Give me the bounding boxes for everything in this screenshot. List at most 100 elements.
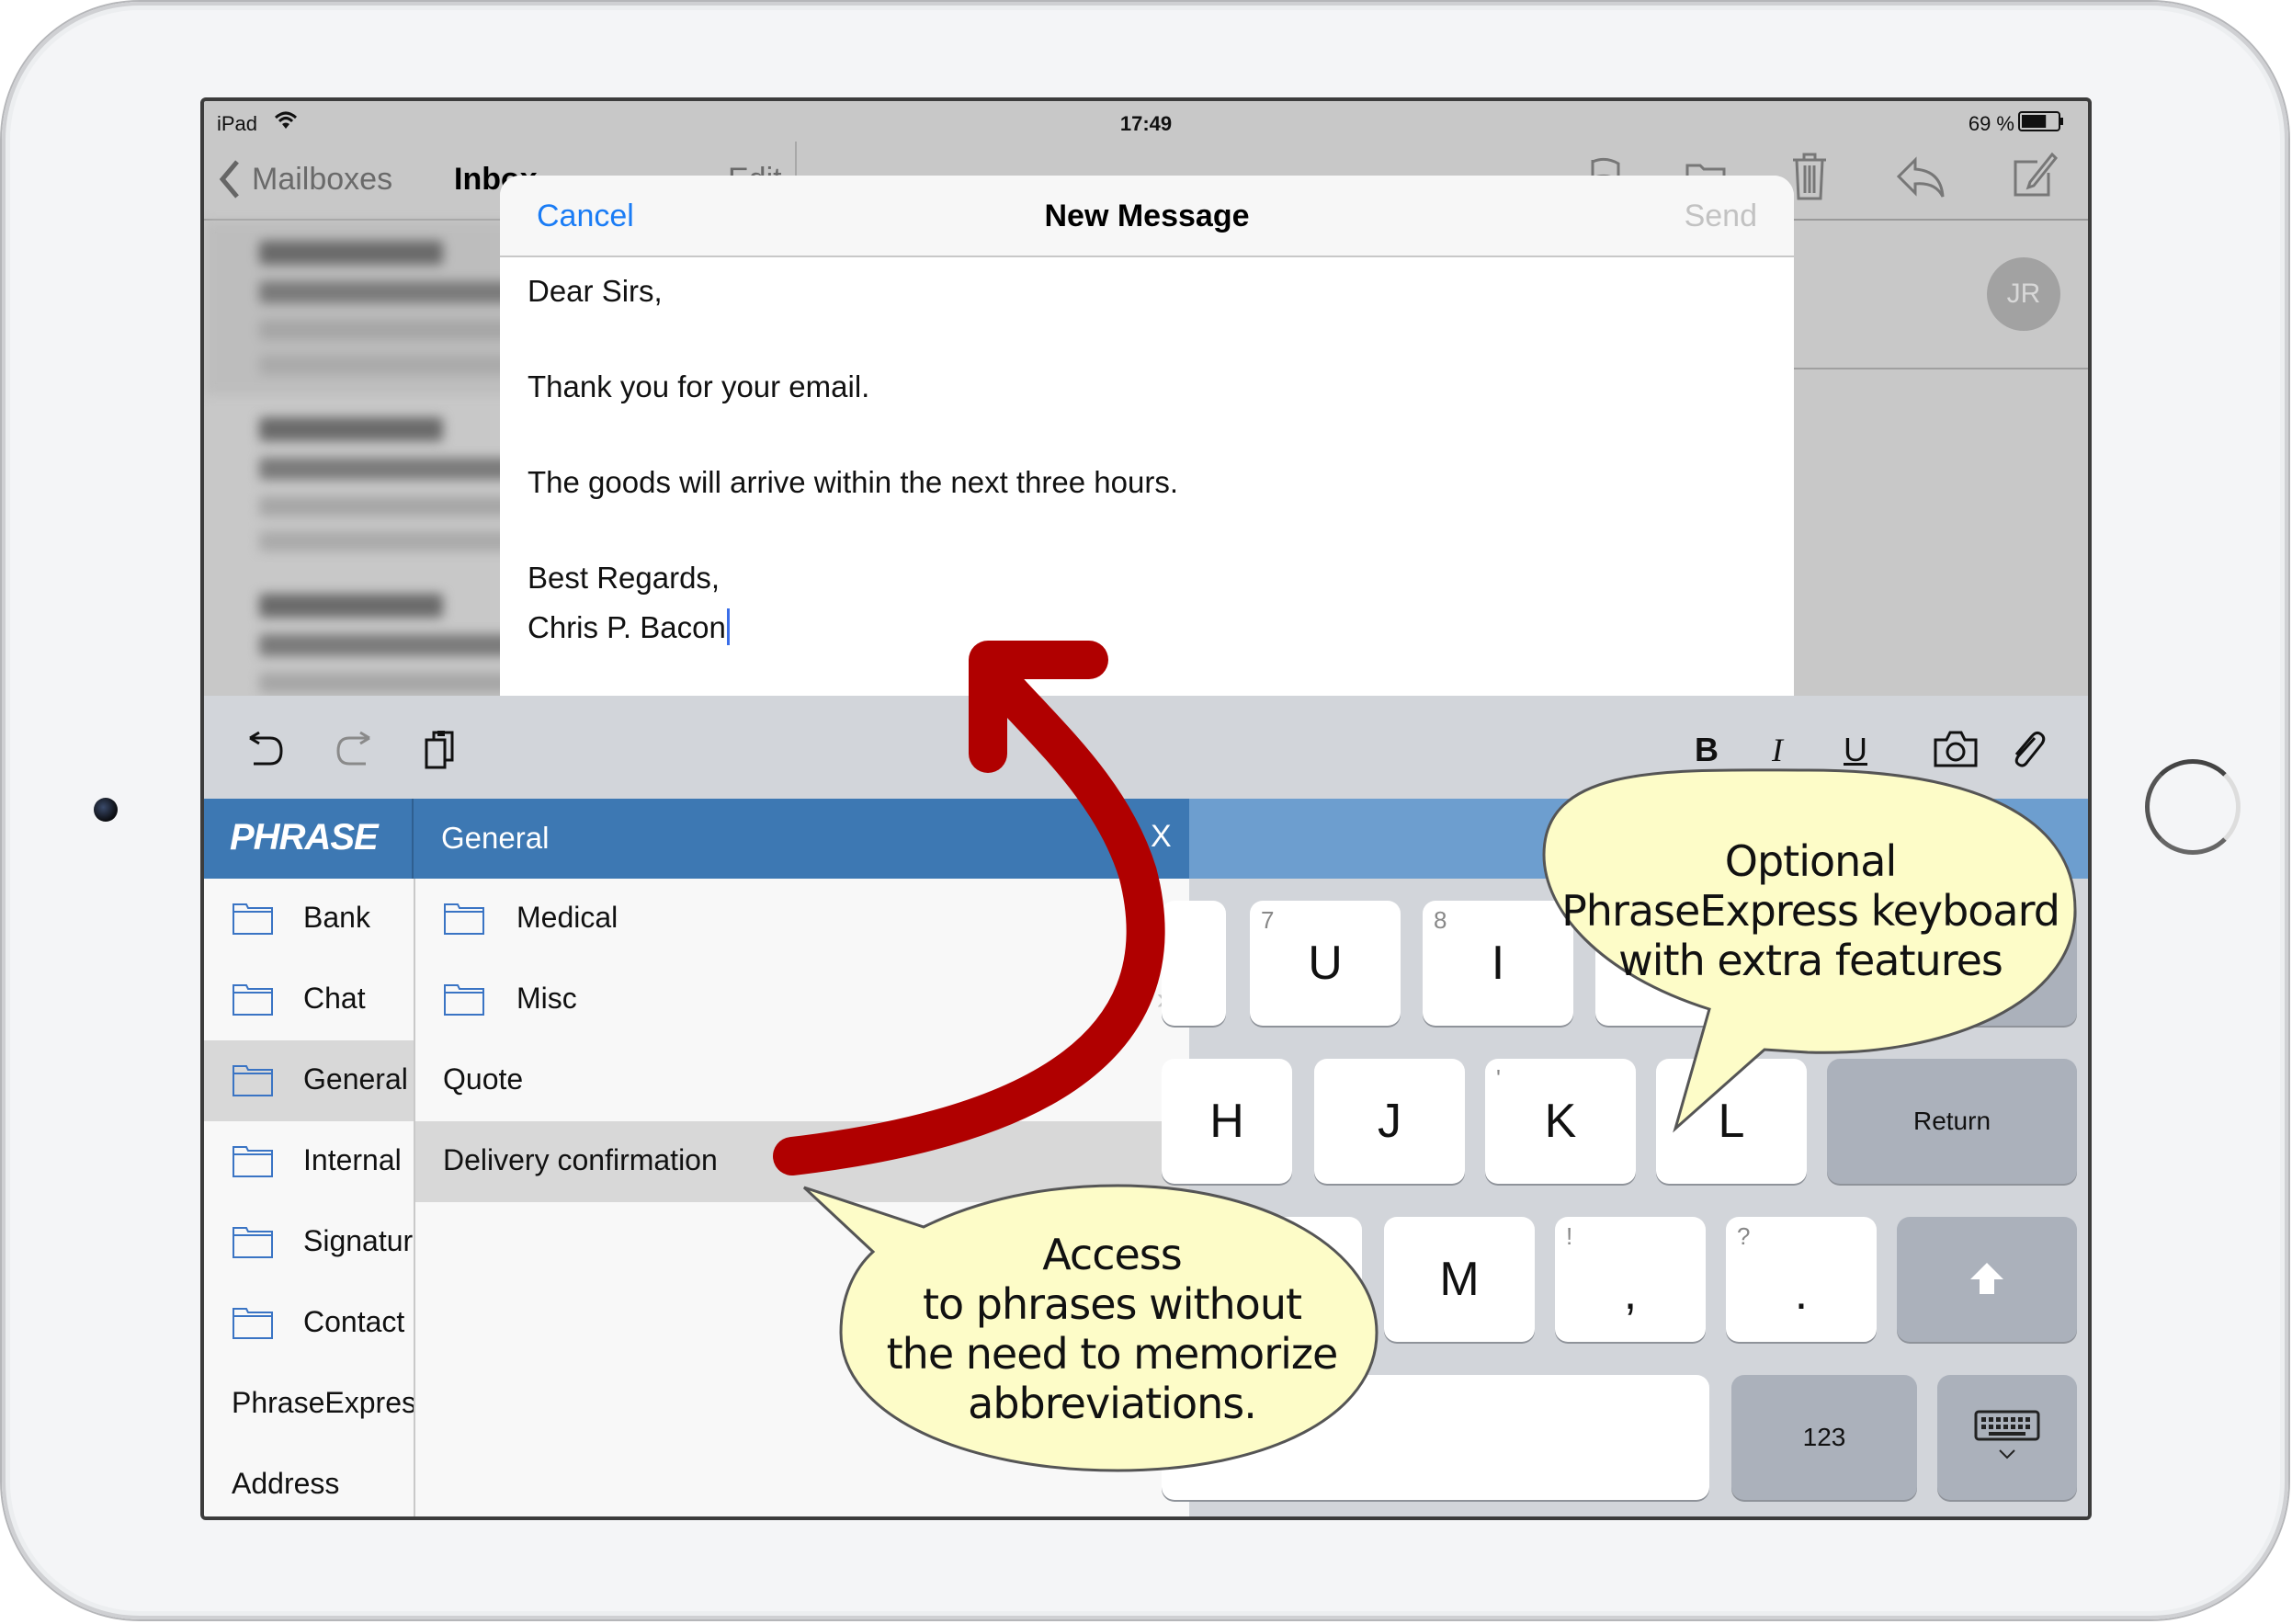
- key-label: K: [1544, 1095, 1577, 1148]
- phrase-list-item[interactable]: Quote: [415, 1040, 1189, 1121]
- status-bar: iPad 17:49 69 %: [204, 101, 2088, 142]
- undo-icon[interactable]: [246, 729, 287, 769]
- keyboard-key-i[interactable]: 8I: [1423, 901, 1573, 1026]
- detail-divider: [1794, 368, 2088, 369]
- compose-sheet: Cancel New Message Send Dear Sirs, Thank…: [500, 176, 1794, 696]
- redo-icon[interactable]: [333, 729, 373, 769]
- body-line: Dear Sirs,: [528, 274, 663, 308]
- front-camera: [94, 798, 118, 822]
- underline-button[interactable]: U: [1844, 731, 1867, 769]
- key-label: M: [1439, 1253, 1480, 1306]
- phrase-item-label: Bank: [303, 901, 370, 934]
- phrase-list-item[interactable]: PhraseExpress: [204, 1364, 414, 1445]
- shift-icon: [1970, 1263, 2003, 1294]
- keyboard-key-comma[interactable]: !,: [1555, 1217, 1706, 1342]
- battery-percent: 69 %: [1968, 112, 2014, 135]
- back-chevron-icon[interactable]: [219, 160, 241, 203]
- phrase-list-item[interactable]: General: [204, 1040, 414, 1121]
- phrase-list-item[interactable]: Delivery confirmation: [415, 1121, 1189, 1202]
- send-button[interactable]: Send: [1685, 199, 1757, 234]
- folder-icon: [232, 1305, 274, 1340]
- numbers-key[interactable]: 123: [1731, 1375, 1917, 1500]
- keyboard-key-u[interactable]: 7U: [1250, 901, 1401, 1026]
- key-label: I: [1491, 937, 1505, 990]
- body-line: Chris P. Bacon: [528, 610, 726, 644]
- folder-icon: [443, 901, 485, 936]
- key-label: .: [1794, 1266, 1809, 1320]
- header-divider: [412, 799, 414, 879]
- phrase-item-label: Quote: [443, 1062, 524, 1096]
- phrase-list-item[interactable]: Medical: [415, 879, 1189, 960]
- phrase-list-item[interactable]: Signature: [204, 1202, 414, 1283]
- shift-key[interactable]: [1897, 1217, 2077, 1342]
- keyboard-key[interactable]: [1162, 901, 1226, 1026]
- key-hint: 7: [1261, 906, 1275, 934]
- callout-line: to phrases without: [922, 1279, 1302, 1329]
- phrase-item-label: Medical: [516, 901, 618, 934]
- phrase-item-label: Delivery confirmation: [443, 1143, 718, 1176]
- phrase-item-label: Misc: [516, 982, 577, 1015]
- phrase-item-label: Contact: [303, 1305, 405, 1338]
- keyboard-key-h[interactable]: H: [1162, 1059, 1292, 1184]
- phrase-list-item[interactable]: Bank: [204, 879, 414, 960]
- callout-line: the need to memorize: [886, 1329, 1339, 1379]
- phrase-list-item[interactable]: Internal: [204, 1121, 414, 1202]
- paperclip-icon[interactable]: [2007, 729, 2048, 769]
- paste-icon[interactable]: [421, 729, 461, 769]
- phrase-item-label: Chat: [303, 982, 366, 1015]
- keyboard-callout: Optional PhraseExpress keyboard with ext…: [1553, 836, 2068, 985]
- key-hint: ': [1496, 1064, 1501, 1092]
- battery-icon: [2018, 111, 2066, 137]
- message-body-editor[interactable]: Dear Sirs, Thank you for your email. The…: [500, 257, 1794, 696]
- phrase-list-item[interactable]: Address: [204, 1445, 414, 1516]
- folder-icon: [443, 982, 485, 1016]
- key-hint: !: [1566, 1222, 1573, 1250]
- phrase-item-label: Signature: [303, 1224, 414, 1257]
- trash-icon[interactable]: [1789, 151, 1830, 207]
- phrase-list-item[interactable]: Misc›: [415, 960, 1189, 1040]
- italic-button[interactable]: I: [1772, 731, 1783, 769]
- phrase-folder-list: Bank Chat General Internal Signature Contact P…: [204, 879, 415, 1516]
- reply-icon[interactable]: [1895, 156, 1946, 203]
- phrase-item-label: General: [303, 1062, 408, 1096]
- key-label: J: [1378, 1095, 1401, 1148]
- keyboard-key-l[interactable]: L: [1656, 1059, 1807, 1184]
- avatar: JR: [1987, 257, 2060, 331]
- callout-line: PhraseExpress keyboard: [1561, 886, 2060, 936]
- keyboard-key-k[interactable]: ' K: [1485, 1059, 1636, 1184]
- folder-icon: [232, 1224, 274, 1259]
- phrase-item-label: Address: [232, 1467, 340, 1500]
- key-hint: 8: [1434, 906, 1447, 934]
- compose-title: New Message: [1044, 199, 1250, 233]
- keyboard-key-period[interactable]: ?.: [1726, 1217, 1877, 1342]
- phrase-list-item[interactable]: Chat: [204, 960, 414, 1040]
- body-line: Best Regards,: [528, 561, 721, 595]
- key-label: L: [1718, 1095, 1745, 1148]
- keyboard-key-j[interactable]: J: [1314, 1059, 1465, 1184]
- key-label: ,: [1623, 1266, 1638, 1320]
- phrase-item-label: PhraseExpress: [232, 1386, 415, 1419]
- return-key[interactable]: Return: [1827, 1059, 2077, 1184]
- phrase-list-item[interactable]: Contact: [204, 1283, 414, 1364]
- key-label: H: [1209, 1095, 1244, 1148]
- camera-icon[interactable]: [1932, 729, 1980, 769]
- keyboard-key-m[interactable]: M: [1384, 1217, 1535, 1342]
- dismiss-keyboard-key[interactable]: [1937, 1375, 2077, 1500]
- home-button[interactable]: [2145, 759, 2241, 855]
- phrase-panel-header: PHRASE General X: [204, 799, 1189, 879]
- bold-button[interactable]: B: [1695, 731, 1719, 769]
- compose-icon[interactable]: [2010, 151, 2059, 203]
- current-folder-title: General: [441, 821, 550, 855]
- close-panel-button[interactable]: X: [1151, 819, 1172, 855]
- folder-icon: [232, 901, 274, 936]
- body-line: Thank you for your email.: [528, 369, 870, 403]
- callout-line: with extra features: [1618, 936, 2003, 985]
- callout-line: abbreviations.: [968, 1379, 1257, 1428]
- phrase-item-label: Internal: [303, 1143, 402, 1176]
- mailboxes-back-button[interactable]: Mailboxes: [252, 162, 392, 198]
- body-line: The goods will arrive within the next th…: [528, 465, 1179, 499]
- key-hint: ?: [1737, 1222, 1751, 1250]
- key-label: 123: [1802, 1423, 1846, 1451]
- folder-icon: [232, 1143, 274, 1178]
- phrases-callout: Access to phrases without the need to me…: [855, 1230, 1369, 1428]
